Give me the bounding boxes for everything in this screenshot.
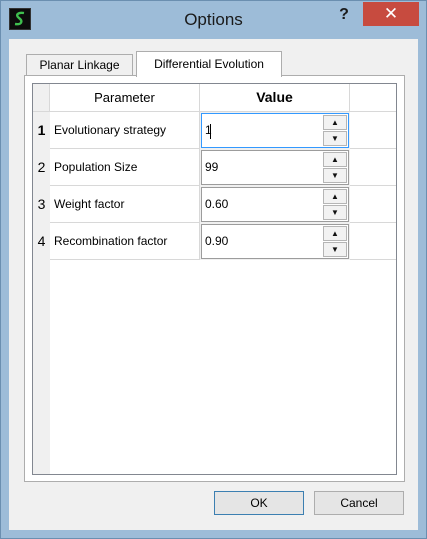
spin-up-arrow-icon: ▲ bbox=[331, 118, 339, 127]
options-dialog: Options ? ✕ Planar Linkage Differential … bbox=[0, 0, 427, 539]
table-empty-area bbox=[50, 260, 396, 474]
tab-planar-linkage[interactable]: Planar Linkage bbox=[26, 54, 133, 76]
row-header[interactable]: 3 bbox=[33, 186, 50, 223]
spin-down-arrow-icon: ▼ bbox=[331, 245, 339, 254]
spinbox-value: 0.60 bbox=[205, 197, 229, 211]
spin-up-arrow-icon: ▲ bbox=[331, 155, 339, 164]
weight-factor-spinbox[interactable]: 0.60 ▲ ▼ bbox=[201, 187, 349, 222]
population-size-spinbox[interactable]: 99 ▲ ▼ bbox=[201, 150, 349, 185]
spinbox-value: 99 bbox=[205, 160, 219, 174]
table-cell-parameter[interactable]: Recombination factor bbox=[50, 223, 200, 260]
dialog-client-area: Planar Linkage Differential Evolution Pa… bbox=[9, 39, 418, 530]
spinbox-value: 0.90 bbox=[205, 234, 229, 248]
spin-down-button[interactable]: ▼ bbox=[323, 205, 347, 220]
spin-down-arrow-icon: ▼ bbox=[331, 171, 339, 180]
close-icon: ✕ bbox=[383, 4, 399, 23]
cancel-button[interactable]: Cancel bbox=[314, 491, 404, 515]
text-cursor bbox=[210, 124, 211, 139]
spin-up-button[interactable]: ▲ bbox=[323, 226, 347, 241]
recombination-factor-spinbox[interactable]: 0.90 ▲ ▼ bbox=[201, 224, 349, 259]
spin-up-arrow-icon: ▲ bbox=[331, 192, 339, 201]
row-filler bbox=[350, 186, 396, 223]
help-icon: ? bbox=[339, 6, 349, 23]
tab-differential-evolution[interactable]: Differential Evolution bbox=[136, 51, 282, 77]
spin-up-arrow-icon: ▲ bbox=[331, 229, 339, 238]
row-header[interactable]: 2 bbox=[33, 149, 50, 186]
close-button[interactable]: ✕ bbox=[363, 2, 419, 26]
title-bar[interactable]: Options ? ✕ bbox=[1, 1, 426, 39]
row-header[interactable]: 1 bbox=[33, 112, 50, 149]
spin-down-arrow-icon: ▼ bbox=[331, 208, 339, 217]
spin-down-button[interactable]: ▼ bbox=[323, 131, 347, 146]
column-header-value[interactable]: Value bbox=[200, 84, 350, 112]
help-button[interactable]: ? bbox=[331, 3, 357, 27]
spin-up-button[interactable]: ▲ bbox=[323, 189, 347, 204]
table-corner[interactable] bbox=[33, 84, 50, 112]
parameter-table: Parameter Value 1 Evolutionary strategy … bbox=[32, 83, 397, 475]
spin-up-button[interactable]: ▲ bbox=[323, 115, 347, 130]
row-filler bbox=[350, 223, 396, 260]
spin-down-button[interactable]: ▼ bbox=[323, 242, 347, 257]
spin-up-button[interactable]: ▲ bbox=[323, 152, 347, 167]
table-cell-parameter[interactable]: Population Size bbox=[50, 149, 200, 186]
row-filler bbox=[350, 112, 396, 149]
column-header-parameter[interactable]: Parameter bbox=[50, 84, 200, 112]
evolutionary-strategy-spinbox[interactable]: 1 ▲ ▼ bbox=[201, 113, 349, 148]
table-cell-parameter[interactable]: Evolutionary strategy bbox=[50, 112, 200, 149]
ok-button[interactable]: OK bbox=[214, 491, 304, 515]
spin-down-arrow-icon: ▼ bbox=[331, 134, 339, 143]
table-cell-parameter[interactable]: Weight factor bbox=[50, 186, 200, 223]
column-header-empty bbox=[350, 84, 396, 112]
row-header[interactable]: 4 bbox=[33, 223, 50, 260]
spin-down-button[interactable]: ▼ bbox=[323, 168, 347, 183]
row-filler bbox=[350, 149, 396, 186]
tab-pane: Parameter Value 1 Evolutionary strategy … bbox=[24, 75, 405, 482]
